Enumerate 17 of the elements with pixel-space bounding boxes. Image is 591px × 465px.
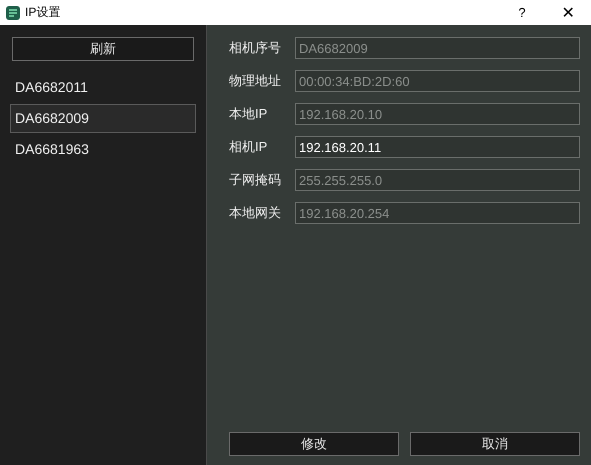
field-label: 本地网关	[229, 204, 282, 222]
field-label: 子网掩码	[229, 171, 282, 189]
action-button[interactable]: 取消	[410, 432, 580, 456]
refresh-button[interactable]: 刷新	[12, 37, 194, 61]
field-label: 物理地址	[229, 72, 282, 90]
close-button[interactable]: ✕	[545, 0, 591, 25]
input-field[interactable]: 192.168.20.11	[295, 136, 580, 158]
device-list-item[interactable]: DA6682011	[10, 73, 196, 102]
help-button[interactable]: ?	[499, 0, 545, 25]
window-title: IP设置	[25, 4, 60, 21]
device-list-item[interactable]: DA6681963	[10, 135, 196, 164]
app-icon	[6, 6, 20, 20]
device-list-item[interactable]: DA6682009	[10, 104, 196, 133]
action-button[interactable]: 修改	[229, 432, 399, 456]
field-label: 相机序号	[229, 39, 282, 57]
field-label: 相机IP	[229, 138, 268, 156]
field-label: 本地IP	[229, 105, 268, 123]
